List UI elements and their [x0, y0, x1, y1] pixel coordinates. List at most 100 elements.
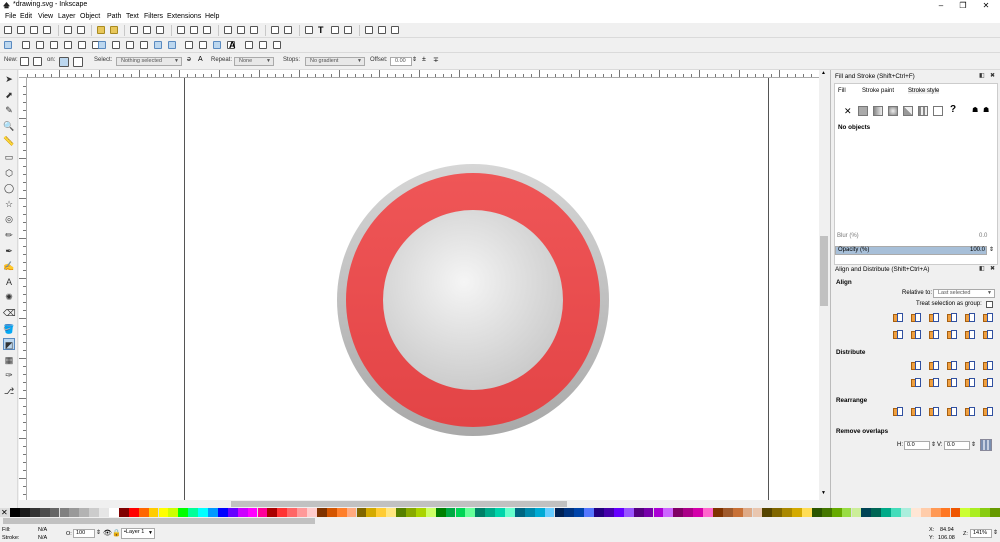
align-5-icon[interactable]: [964, 312, 975, 322]
palette-swatch[interactable]: [366, 508, 377, 517]
palette-swatch[interactable]: [930, 508, 941, 517]
spiral-tool-icon[interactable]: ◎: [3, 213, 15, 225]
distribute-9-icon[interactable]: [964, 377, 975, 387]
horizontal-scrollbar[interactable]: [27, 500, 819, 508]
duplicate-icon[interactable]: [224, 26, 232, 34]
palette-swatch[interactable]: [584, 508, 595, 517]
measure-tool-icon[interactable]: 📏: [3, 135, 15, 147]
calligraphy-tool-icon[interactable]: ✍: [3, 260, 15, 272]
rearrange-6-icon[interactable]: [982, 406, 993, 416]
palette-swatch[interactable]: [415, 508, 426, 517]
palette-scrollbar[interactable]: [0, 517, 1000, 525]
scroll-down-icon[interactable]: ▼: [821, 490, 826, 496]
layer-combo[interactable]: •Layer 1 ▼: [121, 528, 155, 539]
palette-swatch[interactable]: [881, 508, 892, 517]
align-11-icon[interactable]: [964, 329, 975, 339]
align-9-icon[interactable]: [928, 329, 939, 339]
align-10-icon[interactable]: [946, 329, 957, 339]
align-4-icon[interactable]: [946, 312, 957, 322]
palette-swatch[interactable]: [59, 508, 70, 517]
path-object-to-path-icon[interactable]: [185, 41, 193, 49]
palette-swatch[interactable]: [722, 508, 733, 517]
node-delete-icon[interactable]: [36, 41, 44, 49]
distribute-5-icon[interactable]: [982, 360, 993, 370]
node-auto-icon[interactable]: [140, 41, 148, 49]
node-symmetric-icon[interactable]: [126, 41, 134, 49]
v-gap-stepper-icon[interactable]: ⇕: [971, 441, 976, 448]
rearrange-4-icon[interactable]: [946, 406, 957, 416]
palette-swatch[interactable]: [910, 508, 921, 517]
palette-swatch[interactable]: [901, 508, 911, 517]
zoom-input[interactable]: 141%: [970, 529, 992, 538]
segment-curve-icon[interactable]: [168, 41, 176, 49]
paint-bucket-icon[interactable]: 🪣: [3, 323, 15, 335]
palette-swatch[interactable]: [960, 508, 971, 517]
stroke-target-icon[interactable]: [73, 57, 83, 67]
palette-swatch[interactable]: [861, 508, 872, 517]
palette-swatch[interactable]: [762, 508, 773, 517]
segment-line-icon[interactable]: [154, 41, 162, 49]
fill-rule-nonzero-icon[interactable]: ☗: [983, 106, 989, 114]
distribute-10-icon[interactable]: [982, 377, 993, 387]
tab-stroke-paint[interactable]: Stroke paint: [862, 88, 894, 94]
unlink-clone-icon[interactable]: [250, 26, 258, 34]
align-1-icon[interactable]: [892, 312, 903, 322]
offset-stepper-icon[interactable]: ⇕: [412, 56, 417, 63]
palette-swatch[interactable]: [673, 508, 684, 517]
snap-toggle-icon[interactable]: [4, 41, 12, 49]
palette-swatch[interactable]: [148, 508, 159, 517]
fill-stroke-icon[interactable]: [305, 26, 313, 34]
palette-swatch[interactable]: [792, 508, 802, 517]
button-drawing[interactable]: [336, 163, 610, 437]
repeat-combo[interactable]: None ▼: [234, 57, 274, 66]
palette-swatch[interactable]: [712, 508, 723, 517]
reverse-icon[interactable]: A: [198, 56, 203, 63]
palette-swatch[interactable]: [653, 508, 664, 517]
palette-swatch[interactable]: [554, 508, 565, 517]
palette-swatch[interactable]: [168, 508, 179, 517]
distribute-8-icon[interactable]: [946, 377, 957, 387]
no-color-swatch-icon[interactable]: ✕: [1, 508, 8, 517]
palette-swatch[interactable]: [29, 508, 40, 517]
swatch-icon[interactable]: [933, 106, 943, 116]
xml-editor-icon[interactable]: [344, 26, 352, 34]
opacity-slider[interactable]: Opacity (%) 100.0: [835, 246, 987, 255]
align-8-icon[interactable]: [910, 329, 921, 339]
distribute-6-icon[interactable]: [910, 377, 921, 387]
vertical-scrollbar[interactable]: ▲ ▼: [819, 70, 829, 508]
menu-help[interactable]: Help: [205, 13, 219, 20]
new-icon[interactable]: [4, 26, 12, 34]
relative-to-combo[interactable]: Last selected ▼: [933, 289, 995, 298]
undo-icon[interactable]: [97, 26, 105, 34]
align-3-icon[interactable]: [928, 312, 939, 322]
palette-swatch[interactable]: [772, 508, 783, 517]
spray-tool-icon[interactable]: ✺: [3, 291, 15, 303]
palette-swatch[interactable]: [950, 508, 961, 517]
palette-swatch[interactable]: [217, 508, 228, 517]
align-6-icon[interactable]: [982, 312, 993, 322]
node-break-icon[interactable]: [64, 41, 72, 49]
palette-swatch[interactable]: [544, 508, 555, 517]
palette-swatch[interactable]: [208, 508, 218, 517]
preferences-icon[interactable]: [391, 26, 399, 34]
scroll-up-icon[interactable]: ▲: [821, 70, 826, 76]
distribute-7-icon[interactable]: [928, 377, 939, 387]
palette-swatch[interactable]: [396, 508, 406, 517]
menu-file[interactable]: File: [5, 13, 16, 20]
palette-swatch[interactable]: [524, 508, 535, 517]
palette-swatch[interactable]: [326, 508, 337, 517]
tab-stroke-style[interactable]: Stroke style: [908, 88, 940, 94]
palette-swatch[interactable]: [841, 508, 852, 517]
close-dialog-icon[interactable]: ✖: [990, 72, 995, 79]
pen-tool-icon[interactable]: ✒: [3, 245, 15, 257]
align-7-icon[interactable]: [892, 329, 903, 339]
link-icon[interactable]: ə: [187, 56, 191, 63]
open-icon[interactable]: [17, 26, 25, 34]
rearrange-1-icon[interactable]: [892, 406, 903, 416]
palette-swatch[interactable]: [257, 508, 268, 517]
rearrange-5-icon[interactable]: [964, 406, 975, 416]
copy-icon[interactable]: [130, 26, 138, 34]
palette-swatch[interactable]: [485, 508, 496, 517]
palette-swatch[interactable]: [10, 508, 20, 517]
palette-swatch[interactable]: [683, 508, 694, 517]
